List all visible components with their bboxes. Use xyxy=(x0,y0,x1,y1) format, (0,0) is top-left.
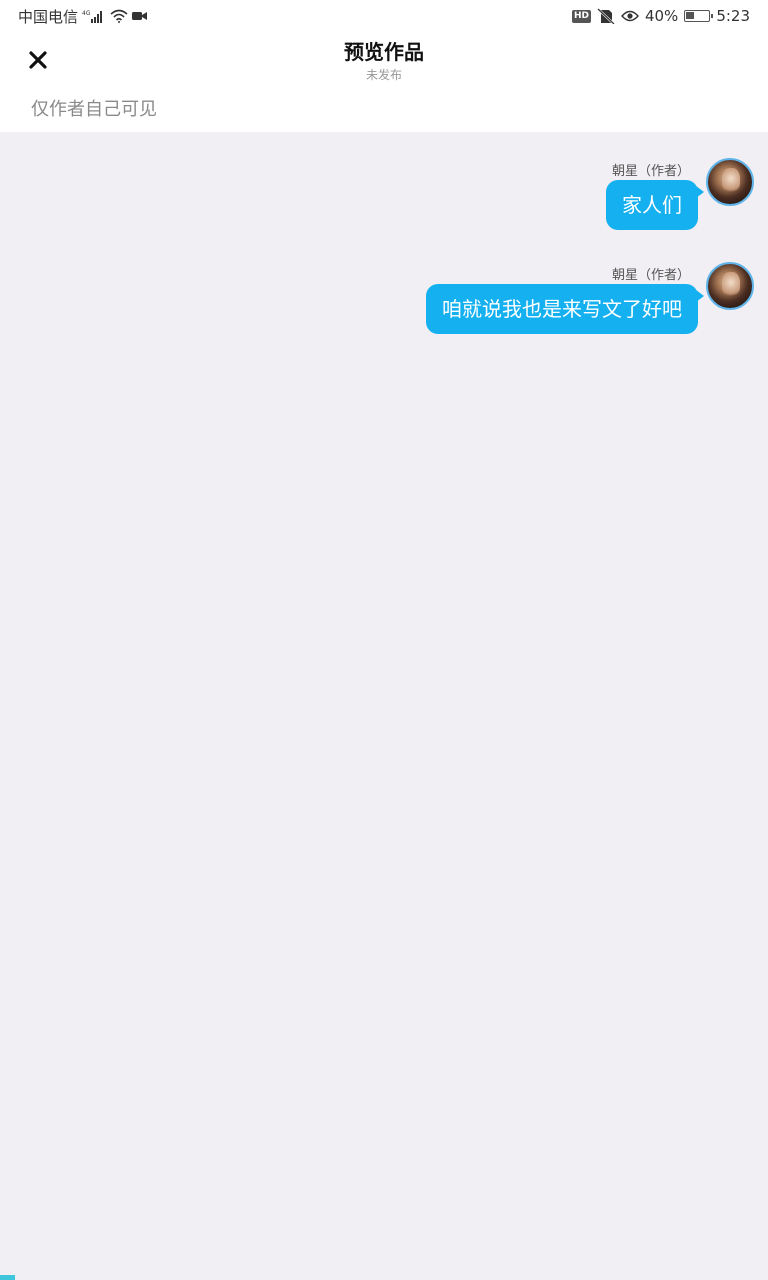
svg-text:4G: 4G xyxy=(82,10,91,17)
message-item: 朝星（作者） 家人们 xyxy=(606,158,754,230)
carrier-label: 中国电信 xyxy=(18,7,79,26)
message-bubble[interactable]: 家人们 xyxy=(606,180,704,230)
message-bubble[interactable]: 咱就说我也是来写文了好吧 xyxy=(426,284,704,334)
clock: 5:23 xyxy=(716,7,750,25)
battery-icon xyxy=(684,10,714,22)
message-item: 朝星（作者） 咱就说我也是来写文了好吧 xyxy=(426,262,754,334)
wifi-icon xyxy=(110,9,128,23)
hd-icon: HD xyxy=(571,9,591,23)
message-author: 朝星（作者） xyxy=(611,164,690,179)
signal-icon: 4G xyxy=(82,9,106,23)
message-author: 朝星（作者） xyxy=(611,268,690,283)
no-sim-icon xyxy=(597,8,615,24)
status-bar: 中国电信 4G HD 40% 5:23 xyxy=(0,0,768,32)
avatar[interactable] xyxy=(706,262,754,310)
top-bar: 预览作品 未发布 xyxy=(0,32,768,90)
avatar[interactable] xyxy=(706,158,754,206)
battery-percent: 40% xyxy=(644,7,679,25)
video-icon xyxy=(132,10,148,22)
publish-status: 未发布 xyxy=(365,68,402,82)
visibility-notice: 仅作者自己可见 xyxy=(0,90,768,132)
bottom-indicator xyxy=(0,1275,15,1280)
page-title: 预览作品 xyxy=(344,40,424,64)
eye-icon xyxy=(621,10,639,22)
chat-area: 朝星（作者） 家人们 朝星（作者） 咱就说我也是来写文了好吧 xyxy=(0,132,768,1280)
